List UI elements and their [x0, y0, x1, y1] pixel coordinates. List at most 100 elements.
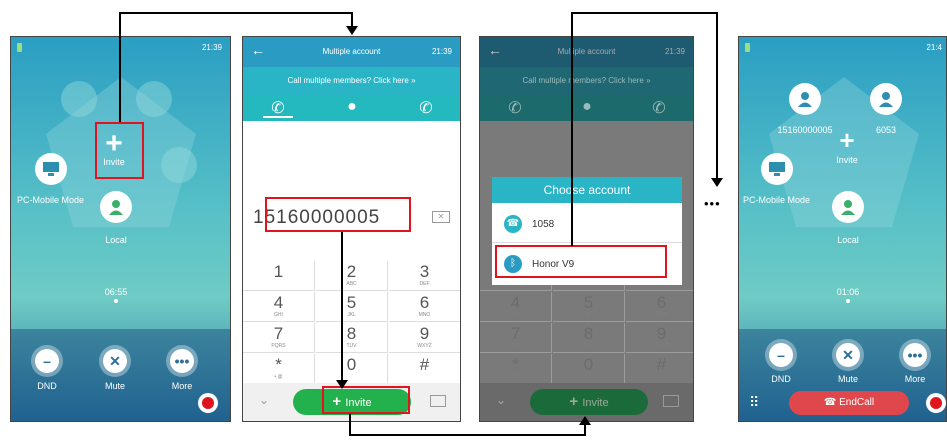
dial-key-letters: DEF [419, 281, 430, 287]
dial-key[interactable]: 0 [553, 354, 625, 384]
dial-key[interactable]: 6 MNO [389, 292, 460, 322]
member-avatar-icon[interactable] [870, 83, 902, 115]
dial-key-letters: PQRS [271, 343, 286, 349]
dial-key[interactable]: 4 GHI [243, 292, 315, 322]
keyboard-icon[interactable] [430, 395, 446, 407]
dial-key[interactable]: 6 MNO [626, 292, 693, 322]
dial-key-letters: GHI [274, 312, 283, 318]
page-dot [846, 299, 850, 303]
dial-key-digit: 2 [346, 262, 357, 281]
pc-mode-label: PC-Mobile Mode [17, 195, 85, 205]
chevron-down-icon[interactable]: ⌄ [259, 393, 269, 407]
call-controls-bar: – DND ✕ Mute ••• More ⠿ ☎ EndCall [739, 329, 946, 421]
dial-key-letters: TUV [346, 343, 357, 349]
dial-key-letters: ABC [346, 281, 357, 287]
highlight-invite [95, 122, 144, 179]
arrow-line [119, 12, 352, 14]
dial-key[interactable]: 1 [243, 261, 315, 291]
record-icon [202, 397, 214, 409]
dial-key[interactable]: * • @ [243, 354, 315, 384]
history-icon[interactable]: ✆ [411, 98, 441, 118]
title: Multiple account [322, 47, 381, 56]
multi-call-prompt[interactable]: Call multiple members? Click here » [243, 67, 460, 95]
arrow-line [341, 232, 343, 382]
more-button[interactable]: ••• [899, 339, 931, 371]
dial-key-digit: 8 [346, 324, 357, 343]
status-time: 21:4 [926, 43, 942, 52]
dial-key[interactable]: 5 JKL [316, 292, 388, 322]
plus-icon[interactable]: + [835, 127, 859, 153]
backspace-icon[interactable]: ✕ [432, 211, 450, 223]
dial-key[interactable]: 8 TUV [316, 323, 388, 353]
dial-key[interactable]: 3DEF [389, 261, 460, 291]
dnd-label: DND [37, 381, 57, 391]
more-button[interactable]: ••• [166, 345, 198, 377]
dial-key[interactable]: 0 [316, 354, 388, 384]
arrow-line [349, 434, 586, 436]
contacts-icon[interactable]: ● [337, 98, 367, 118]
dial-key[interactable]: 4 GHI [480, 292, 552, 322]
monitor-icon[interactable] [761, 153, 793, 185]
dial-key-letters: • @ [274, 374, 283, 380]
status-time: 21:39 [664, 47, 685, 56]
dnd-label: DND [771, 374, 791, 384]
monitor-icon[interactable] [35, 153, 67, 185]
dial-key-letters: WXYZ [417, 343, 432, 349]
empty-slot [61, 81, 97, 117]
signal-icon [17, 43, 22, 52]
dial-key[interactable]: 9 WXYZ [389, 323, 460, 353]
dial-key[interactable]: 9 WXYZ [626, 323, 693, 353]
more-dots-icon: ••• [903, 343, 927, 367]
invite-button-label: Invite [582, 397, 609, 409]
phone-icon[interactable]: ✆ [263, 98, 293, 118]
dial-key[interactable]: 8 TUV [553, 323, 625, 353]
dial-key[interactable]: 2ABC [316, 261, 388, 291]
mic-off-icon: ✕ [836, 343, 860, 367]
minus-icon: – [35, 349, 59, 373]
member-avatar-icon[interactable] [789, 83, 821, 115]
dial-key-digit: 8 [583, 324, 594, 343]
dial-key-digit: 5 [583, 293, 594, 312]
dial-key[interactable]: * • @ [480, 354, 552, 384]
record-button[interactable] [198, 393, 218, 413]
call-duration: 06:55 [104, 287, 128, 297]
dial-key[interactable]: 7 PQRS [243, 323, 315, 353]
phone-icon: ✆ [508, 100, 522, 117]
dial-key-digit: * [512, 355, 519, 374]
keyboard-icon [663, 395, 679, 407]
arrow-head-down [346, 26, 358, 35]
dial-key-digit: # [656, 355, 667, 374]
record-button[interactable] [926, 393, 946, 413]
tab-bar: ✆ ● ✆ [243, 95, 460, 121]
account-item[interactable]: ☎ 1058 [492, 207, 682, 243]
dial-key-letters: JKL [347, 312, 356, 318]
record-icon [930, 397, 942, 409]
dnd-button[interactable]: – [765, 339, 797, 371]
arrow-line [571, 12, 573, 246]
multi-call-prompt: Call multiple members? Click here » [480, 67, 693, 95]
dial-key[interactable]: # [389, 354, 460, 384]
call-controls-bar: – DND ✕ Mute ••• More [11, 329, 230, 421]
more-dots-icon: ••• [170, 349, 194, 373]
local-label: Local [837, 235, 859, 245]
arrow-line [584, 424, 586, 436]
dialpad-icon[interactable]: ⠿ [749, 394, 759, 411]
dial-key-letters: TUV [583, 343, 594, 349]
mute-button[interactable]: ✕ [832, 339, 864, 371]
dnd-button[interactable]: – [31, 345, 63, 377]
endcall-button[interactable]: ☎ EndCall [789, 391, 909, 415]
dial-key[interactable]: # [626, 354, 693, 384]
pc-mode-label: PC-Mobile Mode [743, 195, 811, 205]
contact-icon[interactable] [832, 191, 864, 223]
mute-button[interactable]: ✕ [99, 345, 131, 377]
highlight-number [265, 197, 411, 232]
title-bar: ← Multiple account 21:39 [480, 37, 693, 67]
arrow-head-up [579, 416, 591, 425]
dial-key-digit: 7 [273, 324, 284, 343]
dial-key-letters: GHI [511, 312, 520, 318]
dial-key-digit: 4 [273, 293, 284, 312]
dial-key[interactable]: 7 PQRS [480, 323, 552, 353]
arrow-line [119, 12, 121, 122]
contact-icon[interactable] [100, 191, 132, 223]
dial-key[interactable]: 5 JKL [553, 292, 625, 322]
